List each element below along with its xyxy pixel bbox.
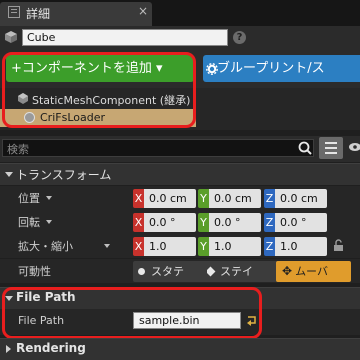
help-icon[interactable]: ? [233,31,246,44]
blueprint-button[interactable]: ブループリント/ス [203,55,360,82]
mobility-movable-content: ✥ ムーバ [282,262,350,281]
scale-x-field[interactable]: 1.0 [144,237,196,256]
rotation-y-field[interactable]: 0.0 ° [209,213,261,232]
mobility-static-option[interactable]: スタテ [138,262,202,281]
close-icon[interactable]: × [138,4,148,18]
chevron-down-icon[interactable] [104,244,110,248]
search-input[interactable]: 検索 [2,139,314,157]
scale-y-field[interactable]: 1.0 [209,237,261,256]
search-icon[interactable] [297,140,313,156]
location-x-field[interactable]: 0.0 cm [144,189,196,208]
actor-name-input[interactable]: Cube [22,29,228,46]
mobility-option-label: ムーバ [295,265,328,278]
property-label: 位置 [18,192,40,205]
lock-icon[interactable] [333,239,344,251]
gear-icon [206,63,218,75]
stationary-icon [207,266,216,277]
axis-x-label: X [133,189,144,208]
property-label: 回転 [18,216,40,229]
rotation-z-field[interactable]: 0.0 ° [275,213,327,232]
eye-icon[interactable] [349,142,360,152]
property-label: 拡大・縮小 [18,240,73,253]
location-y-field[interactable]: 0.0 cm [209,189,261,208]
section-title: トランスフォーム [16,168,112,182]
axis-y-label: Y [198,213,209,232]
tab-title: 詳細 [26,7,51,21]
highlight-box-components [2,52,196,128]
axis-y-label: Y [198,189,209,208]
property-label: 可動性 [18,265,51,278]
rotation-x-field[interactable]: 0.0 ° [144,213,196,232]
details-icon [8,6,20,18]
axis-z-label: Z [264,189,275,208]
list-view-icon[interactable] [319,137,343,159]
expand-arrow-icon [6,345,11,353]
mobility-option-label: スタテ [151,265,184,278]
section-title: Rendering [16,341,86,355]
highlight-box-file-path [2,287,262,339]
axis-z-label: Z [264,237,275,256]
mobility-stationary-option[interactable]: ステイ [207,262,273,281]
static-icon [138,268,145,275]
axis-z-label: Z [264,213,275,232]
scale-z-field[interactable]: 1.0 [275,237,327,256]
collapse-arrow-icon [5,172,13,177]
cube-icon [5,31,17,43]
mobility-option-label: ステイ [220,265,253,278]
axis-x-label: X [133,213,144,232]
details-tab[interactable] [0,2,152,26]
move-icon: ✥ [282,264,293,278]
chevron-down-icon[interactable] [46,220,52,224]
blueprint-button-label: ブループリント/ス [217,61,325,76]
location-z-field[interactable]: 0.0 cm [275,189,327,208]
axis-y-label: Y [198,237,209,256]
axis-x-label: X [133,237,144,256]
chevron-down-icon[interactable] [46,196,52,200]
